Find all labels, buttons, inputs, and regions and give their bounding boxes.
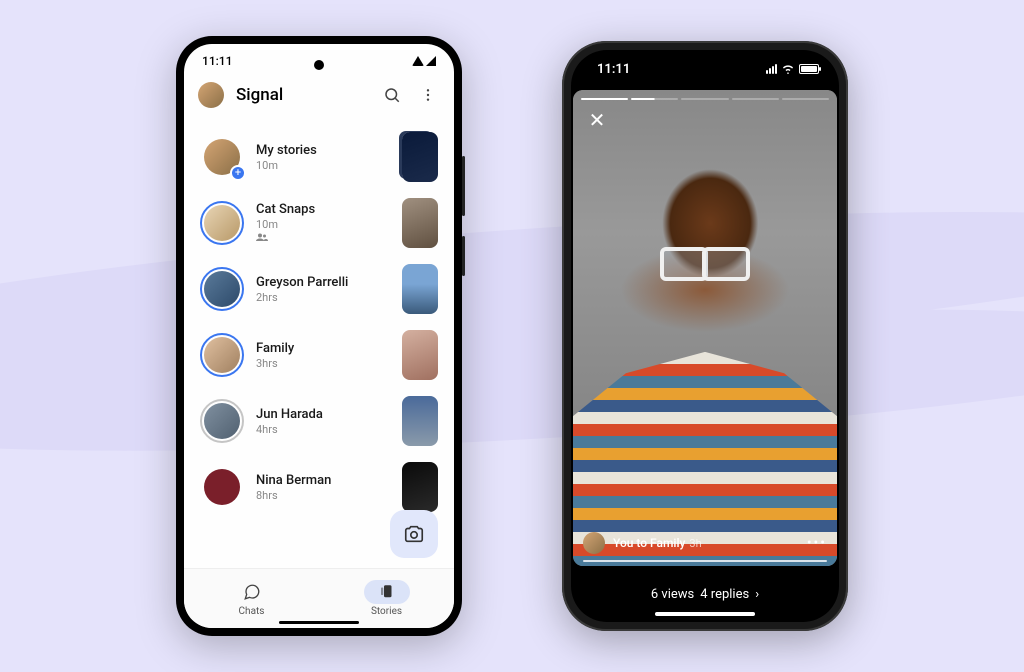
story-author-avatar[interactable] [583,532,605,554]
iphone-frame: 11:11 ✕ [562,41,848,631]
signal-icon [426,56,436,66]
story-row-family[interactable]: Family 3hrs [184,322,454,388]
group-icon [256,233,390,244]
story-row-jun[interactable]: Jun Harada 4hrs [184,388,454,454]
story-avatar [204,205,240,241]
story-thumbnail[interactable] [402,396,438,446]
story-thumbnail[interactable] [402,132,438,182]
story-time: 3hrs [256,357,390,370]
more-icon[interactable] [416,83,440,107]
stories-list: + My stories 10m Cat Snaps 10m [184,120,454,568]
story-avatar [204,403,240,439]
close-icon[interactable]: ✕ [585,108,609,132]
story-more-icon[interactable]: ••• [807,535,827,551]
story-name: Nina Berman [256,473,390,488]
story-name: Greyson Parrelli [256,275,390,290]
story-time: 2hrs [256,291,390,304]
story-author-label: You to Family3h [613,536,702,550]
wifi-icon [412,56,424,66]
story-progress [573,98,837,100]
statusbar-time: 11:11 [597,62,630,77]
story-time: 10m [256,218,390,231]
battery-icon [799,64,819,74]
add-story-badge[interactable]: + [230,165,246,181]
story-avatar [204,271,240,307]
story-avatar [204,469,240,505]
story-meta-bar: You to Family3h ••• [583,532,827,554]
statusbar-time: 11:11 [202,54,232,68]
search-icon[interactable] [380,83,404,107]
story-row-my-stories[interactable]: + My stories 10m [184,124,454,190]
story-time: 10m [256,159,390,172]
story-thumbnail[interactable] [402,330,438,380]
app-title: Signal [236,85,368,105]
nav-chats[interactable]: Chats [184,569,319,628]
story-name: Family [256,341,390,356]
nav-label: Chats [239,606,265,617]
android-phone-frame: 11:11 Signal [176,36,462,636]
app-header: Signal [184,78,454,120]
replies-label: 4 replies [700,587,749,602]
android-home-indicator[interactable] [279,621,359,624]
views-label: 6 views [651,587,694,602]
story-photo [573,90,837,566]
story-thumbnail[interactable] [402,462,438,512]
bottom-nav: Chats Stories [184,568,454,628]
story-name: Jun Harada [256,407,390,422]
chevron-right-icon: › [755,587,759,602]
story-row-greyson[interactable]: Greyson Parrelli 2hrs [184,256,454,322]
profile-avatar[interactable] [198,82,224,108]
nav-label: Stories [371,606,402,617]
story-avatar [204,337,240,373]
story-name: My stories [256,143,390,158]
camera-icon [403,523,425,545]
story-time: 4hrs [256,423,390,436]
story-name: Cat Snaps [256,202,390,217]
story-thumbnail[interactable] [402,198,438,248]
cellular-icon [766,64,777,74]
stories-icon [378,583,396,601]
chat-icon [243,583,261,601]
story-time: 8hrs [256,489,390,502]
camera-fab[interactable] [390,510,438,558]
wifi-icon [781,64,795,74]
story-row-cat-snaps[interactable]: Cat Snaps 10m [184,190,454,256]
ios-home-indicator[interactable] [655,612,755,616]
story-thumbnail[interactable] [402,264,438,314]
nav-stories[interactable]: Stories [319,569,454,628]
story-viewer[interactable]: ✕ You to Family3h ••• [573,90,837,566]
